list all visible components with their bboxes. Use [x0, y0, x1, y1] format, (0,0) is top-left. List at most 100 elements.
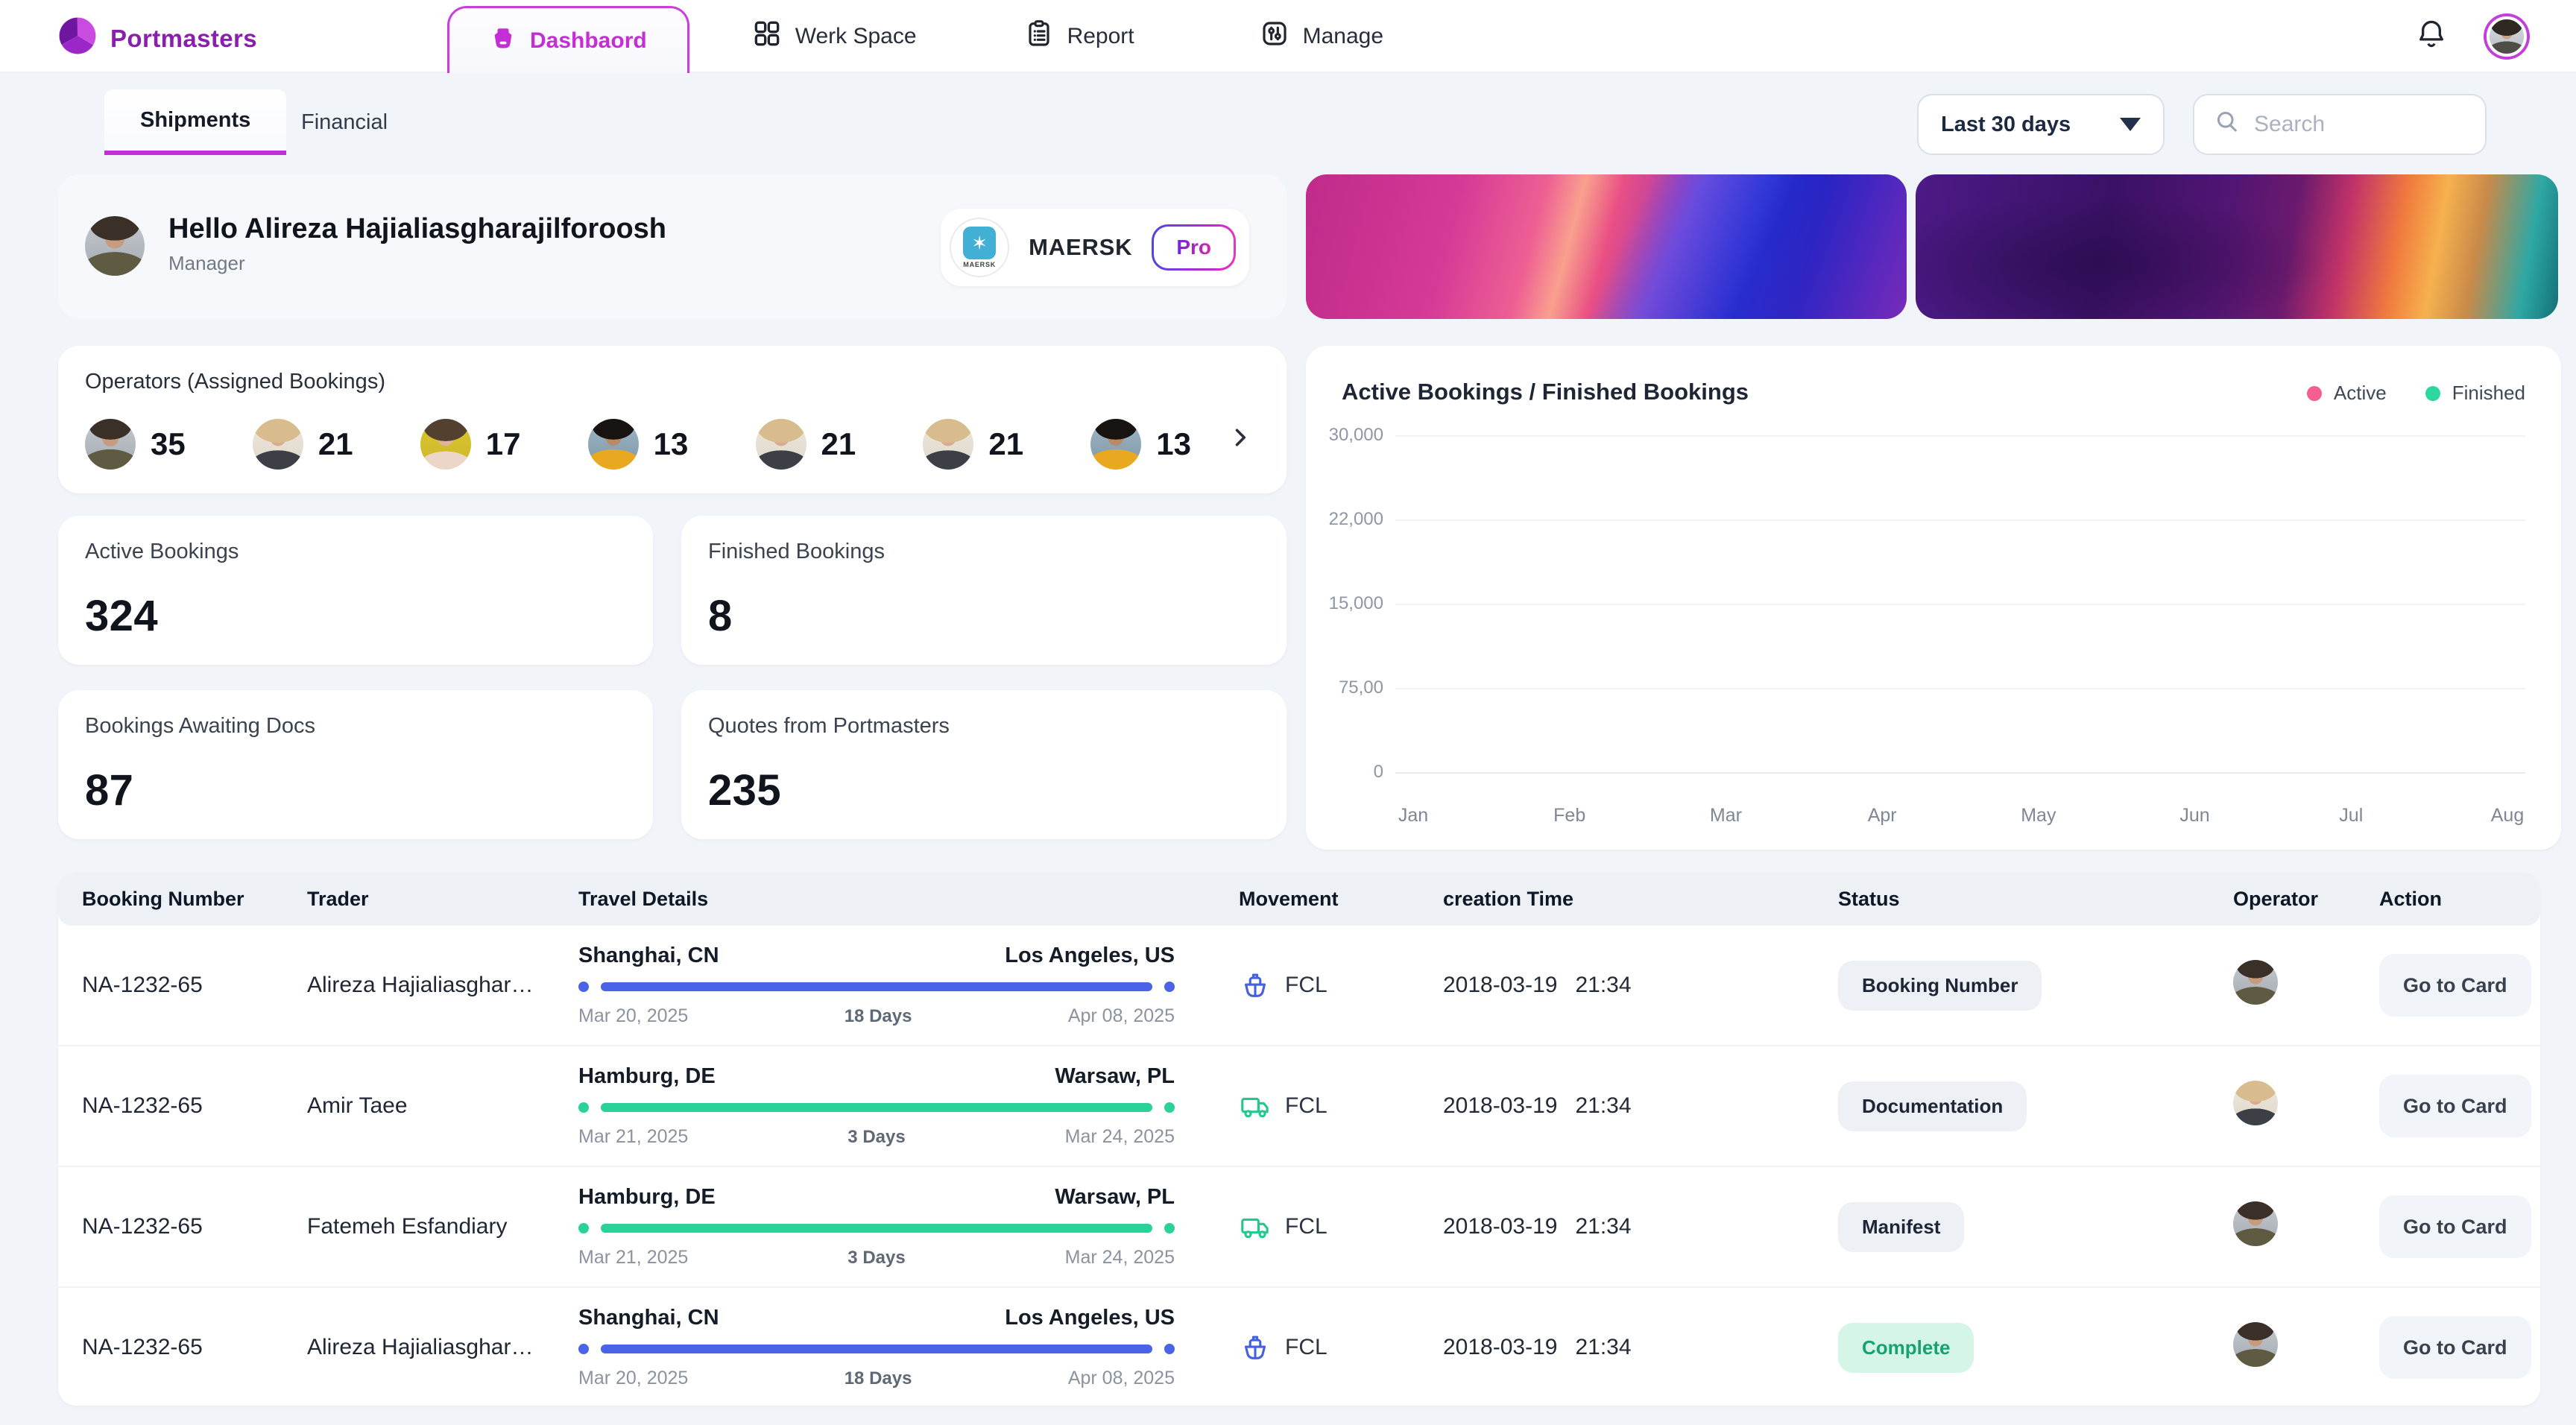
duration: 3 Days [847, 1248, 905, 1268]
navbar-right [2415, 0, 2527, 73]
brand[interactable]: Portmasters [58, 16, 257, 61]
destination-city: Warsaw, PL [1055, 1185, 1175, 1210]
status-badge: Booking Number [1838, 961, 2042, 1011]
dashboard-page: Portmasters Dashbaord Werk Space Report [0, 0, 2576, 1425]
duration: 18 Days [845, 1368, 912, 1389]
x-tick-label: Jul [2339, 805, 2363, 827]
duration: 18 Days [845, 1006, 912, 1027]
nav-item-manage[interactable]: Manage [1260, 19, 1383, 54]
nav-item-label: Dashbaord [530, 28, 647, 54]
operator-item: 13 [1090, 419, 1191, 470]
tab-shipments[interactable]: Shipments [104, 89, 286, 155]
destination-city: Los Angeles, US [1005, 1306, 1175, 1330]
column-header: Booking Number [70, 888, 295, 911]
x-tick-label: Jun [2179, 805, 2209, 827]
greeting-title: Hello Alireza Hajialiasgharajilforoosh [168, 213, 666, 245]
user-avatar[interactable] [2487, 16, 2527, 57]
table-row: NA-1232-65Fatemeh Esfandiary Hamburg, DE W… [58, 1167, 2540, 1288]
operators-card: Operators (Assigned Bookings) 3521171321… [58, 346, 1287, 493]
pro-badge: Pro [1152, 224, 1236, 271]
bookings-chart-card: Active Bookings / Finished Bookings Acti… [1306, 346, 2561, 850]
booking-number: NA-1232-65 [70, 973, 295, 998]
booking-number: NA-1232-65 [70, 1093, 295, 1119]
creation-date: 2018-03-19 [1443, 973, 1557, 998]
trader-name: Alireza Hajialiasgharaj... [295, 973, 566, 998]
top-navbar: Portmasters Dashbaord Werk Space Report [0, 0, 2576, 73]
stat-label: Finished Bookings [708, 540, 1260, 564]
chart-title: Active Bookings / Finished Bookings [1342, 379, 1749, 405]
booking-number: NA-1232-65 [70, 1214, 295, 1239]
promo-banner-2 [1916, 174, 2558, 319]
column-header: Operator [2221, 888, 2367, 911]
bell-icon[interactable] [2415, 17, 2448, 56]
stat-card-finished-bookings: Finished Bookings 8 [681, 516, 1287, 665]
depart-date: Mar 21, 2025 [578, 1247, 688, 1268]
chevron-right-icon[interactable] [1221, 420, 1260, 459]
stat-value: 87 [85, 765, 626, 815]
travel-details: Hamburg, DEWarsaw, PLMar 21, 20253 DaysM… [566, 1185, 1227, 1268]
search-input[interactable] [2254, 112, 2466, 137]
operator-avatar [85, 419, 136, 470]
operator-item: 21 [923, 419, 1023, 470]
status-badge: Manifest [1838, 1202, 1964, 1252]
operator-item: 35 [85, 419, 186, 470]
go-to-card-button[interactable]: Go to Card [2379, 954, 2531, 1017]
booking-number: NA-1232-65 [70, 1335, 295, 1360]
travel-details: Hamburg, DEWarsaw, PLMar 21, 20253 DaysM… [566, 1064, 1227, 1148]
brand-name: Portmasters [110, 25, 257, 53]
operator-item: 21 [756, 419, 856, 470]
nav-item-label: Werk Space [795, 24, 917, 49]
maersk-logo-icon: ✶ MAERSK [950, 218, 1009, 277]
operator-count: 21 [318, 426, 353, 462]
go-to-card-button[interactable]: Go to Card [2379, 1075, 2531, 1137]
chart-plot [1395, 435, 2525, 772]
creation-time: 2018-03-1921:34 [1431, 1093, 1826, 1119]
stat-label: Active Bookings [85, 540, 626, 564]
x-tick-label: Mar [1710, 805, 1742, 827]
depart-date: Mar 20, 2025 [578, 1368, 688, 1389]
nav-item-report[interactable]: Report [1024, 19, 1134, 54]
origin-city: Hamburg, DE [578, 1185, 716, 1210]
operator-count: 35 [151, 426, 186, 462]
column-header: Movement [1227, 888, 1431, 911]
operator-item: 21 [253, 419, 353, 470]
go-to-card-button[interactable]: Go to Card [2379, 1316, 2531, 1379]
truck-icon [1239, 1090, 1272, 1122]
operator-avatar [2233, 1201, 2278, 1246]
y-tick-label: 0 [1374, 762, 1383, 783]
route-progress-bar [578, 1344, 1175, 1354]
go-to-card-button[interactable]: Go to Card [2379, 1195, 2531, 1258]
status-badge: Documentation [1838, 1081, 2027, 1131]
creation-clock: 21:34 [1575, 1214, 1631, 1239]
table-row: NA-1232-65Alireza Hajialiasgharaj...Shan… [58, 1288, 2540, 1406]
stat-label: Quotes from Portmasters [708, 714, 1260, 739]
nav-item-workspace[interactable]: Werk Space [752, 19, 917, 54]
date-range-select[interactable]: Last 30 days [1917, 94, 2165, 155]
operator-avatar [756, 419, 806, 470]
caret-down-icon [2120, 118, 2141, 131]
tab-label: Shipments [140, 108, 250, 133]
stat-card-active-bookings: Active Bookings 324 [58, 516, 653, 665]
table-row: NA-1232-65Amir TaeeHamburg, DEWarsaw, PL… [58, 1046, 2540, 1167]
table-header: Booking Number Trader Travel Details Mov… [58, 872, 2540, 926]
creation-clock: 21:34 [1575, 1335, 1631, 1360]
operator-item: 17 [420, 419, 521, 470]
carrier-pill: ✶ MAERSK MAERSK Pro [941, 209, 1249, 286]
creation-date: 2018-03-19 [1443, 1335, 1557, 1360]
x-tick-label: Apr [1868, 805, 1897, 827]
column-header: Action [2367, 888, 2540, 911]
duration: 3 Days [847, 1127, 905, 1148]
operator-avatar [420, 419, 471, 470]
x-tick-label: Jan [1398, 805, 1428, 827]
creation-time: 2018-03-1921:34 [1431, 1214, 1826, 1239]
y-tick-label: 22,000 [1329, 509, 1383, 530]
tab-financial[interactable]: Financial [265, 89, 423, 155]
column-header: Status [1826, 888, 2221, 911]
status-badge: Complete [1838, 1323, 1974, 1373]
trader-name: Fatemeh Esfandiary [295, 1214, 566, 1239]
stat-value: 324 [85, 591, 626, 641]
legend-dot-finished [2425, 386, 2440, 401]
nav-item-dashboard[interactable]: Dashbaord [447, 6, 689, 73]
operator-item: 13 [588, 419, 689, 470]
maersk-logo-text: MAERSK [963, 261, 996, 268]
